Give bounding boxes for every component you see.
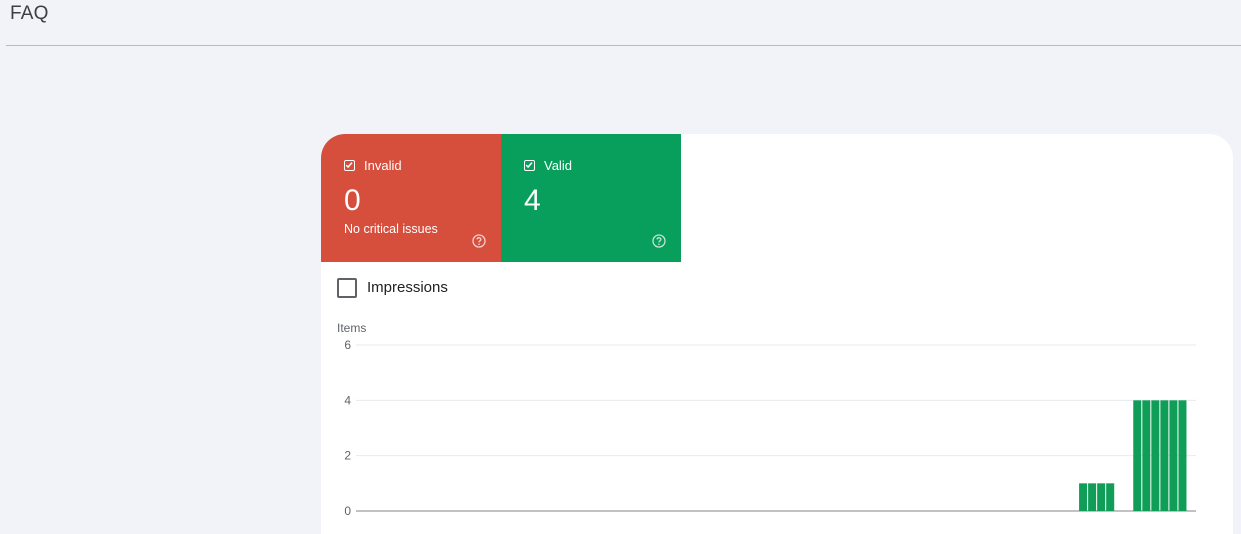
- header-divider: [6, 45, 1241, 46]
- y-tick-label: 4: [344, 393, 351, 407]
- chart-bar[interactable]: [1097, 483, 1106, 511]
- valid-label: Valid: [544, 158, 572, 173]
- invalid-checkbox-icon[interactable]: [344, 160, 355, 171]
- page-title: FAQ: [10, 3, 49, 24]
- items-chart: Items 0 2 4 6: [337, 321, 1196, 518]
- invalid-count: 0: [344, 184, 361, 217]
- y-tick-label: 6: [344, 338, 351, 352]
- chart-bar[interactable]: [1178, 400, 1187, 511]
- impressions-label: Impressions: [367, 279, 448, 296]
- chart-bar[interactable]: [1142, 400, 1151, 511]
- valid-checkbox-icon[interactable]: [524, 160, 535, 171]
- y-tick-label: 0: [344, 504, 351, 518]
- chart-grid: [356, 344, 1196, 512]
- page-header: FAQ: [0, 0, 1241, 46]
- valid-count: 4: [524, 184, 541, 217]
- chart-bar[interactable]: [1169, 400, 1178, 511]
- y-axis-ticks: 0 2 4 6: [344, 338, 351, 518]
- help-circle-icon[interactable]: [652, 234, 666, 248]
- invalid-label: Invalid: [364, 158, 402, 173]
- invalid-tile[interactable]: Invalid 0 No critical issues: [321, 134, 501, 262]
- chart-bar[interactable]: [1088, 483, 1097, 511]
- chart-bar[interactable]: [1133, 400, 1142, 511]
- y-axis-title: Items: [337, 321, 366, 335]
- impressions-checkbox[interactable]: [337, 278, 357, 298]
- chart-bar[interactable]: [1079, 483, 1088, 511]
- chart-bar[interactable]: [1151, 400, 1160, 511]
- help-circle-icon[interactable]: [472, 234, 486, 248]
- valid-tile[interactable]: Valid 4: [501, 134, 681, 262]
- chart-bar[interactable]: [1106, 483, 1115, 511]
- invalid-subtitle: No critical issues: [344, 222, 438, 236]
- y-tick-label: 2: [344, 449, 351, 463]
- chart-bar[interactable]: [1160, 400, 1169, 511]
- report-card: Invalid 0 No critical issues Valid 4 Imp…: [321, 134, 1233, 534]
